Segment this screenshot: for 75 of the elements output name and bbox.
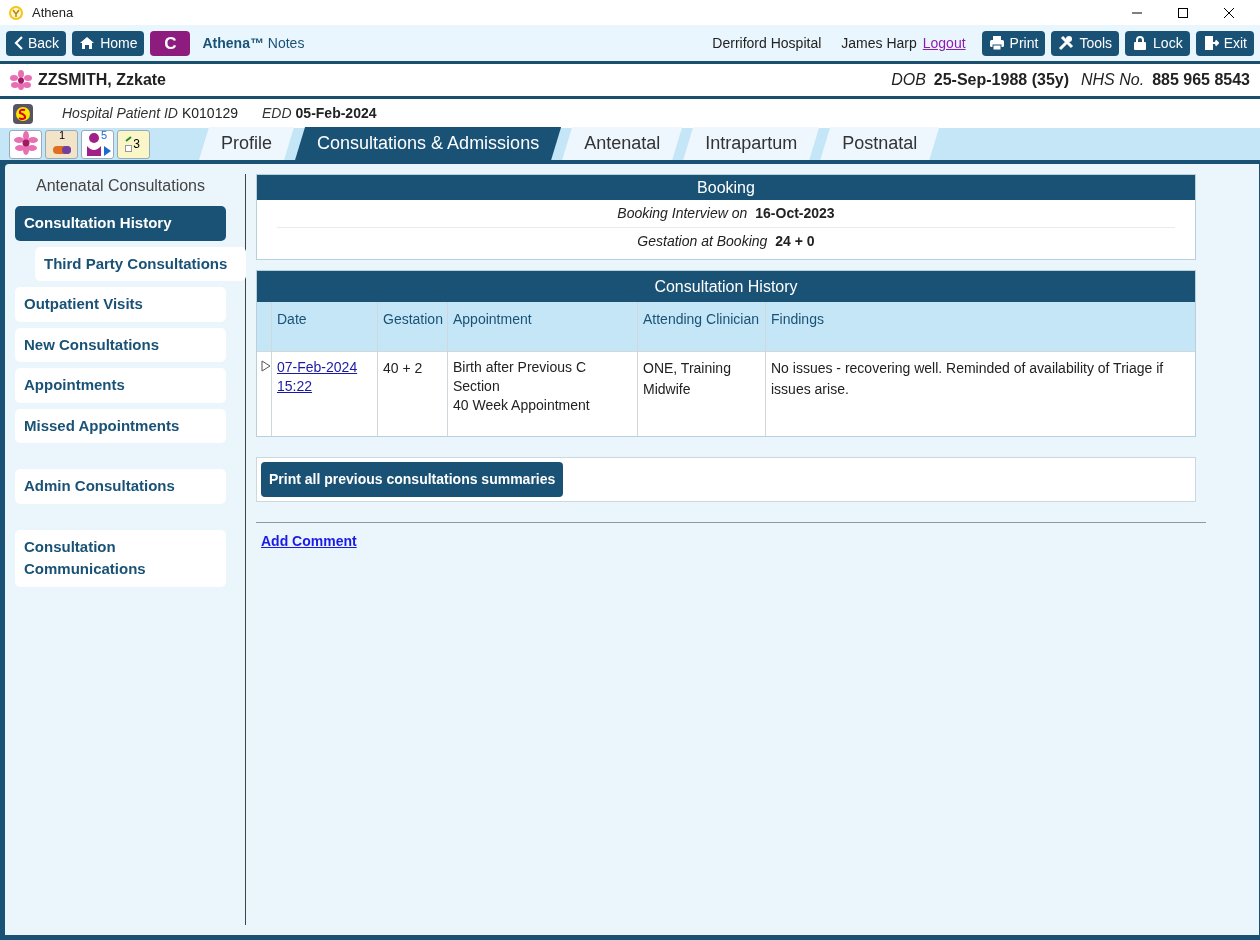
close-icon bbox=[1222, 6, 1236, 19]
column-header: Findings bbox=[771, 311, 824, 327]
column-header: Date bbox=[277, 311, 307, 327]
tools-icon bbox=[1058, 35, 1075, 51]
tab[interactable]: Profile bbox=[199, 127, 295, 160]
window-title: Athena bbox=[32, 3, 74, 22]
nhs-label: NHS No. bbox=[1081, 70, 1145, 90]
edd-label: EDD bbox=[262, 104, 292, 123]
print-summaries-button[interactable]: Print all previous consultations summaries bbox=[261, 462, 564, 497]
patient-id-value: K010129 bbox=[181, 104, 238, 123]
sidebar-item[interactable]: New Consultations bbox=[15, 327, 226, 362]
hospital-name: Derriford Hospital bbox=[712, 33, 822, 53]
field-value: 16-Oct-2023 bbox=[755, 204, 835, 223]
notepad-icon bbox=[125, 136, 132, 152]
sidebar-title: Antenatal Consultations bbox=[35, 176, 206, 196]
panel-title: Booking bbox=[257, 175, 1195, 200]
person-shortcut-button[interactable]: 5 bbox=[81, 129, 114, 159]
exit-door-icon bbox=[1202, 35, 1219, 51]
printer-icon bbox=[988, 35, 1005, 51]
table-cell: No issues - recovering well. Reminded of availability of Triage if issues arise. bbox=[771, 360, 1164, 397]
pill-icon bbox=[52, 146, 71, 154]
column-header: Appointment bbox=[453, 311, 532, 327]
notes-shortcut-button[interactable]: 3 bbox=[117, 129, 150, 159]
exit-button[interactable]: Exit bbox=[1195, 30, 1254, 56]
pill-shortcut-button[interactable]: 1 bbox=[45, 129, 78, 159]
lock-button[interactable]: Lock bbox=[1125, 30, 1190, 56]
nhs-value: 885 965 8543 bbox=[1152, 70, 1250, 90]
sidebar-item[interactable]: Consultation History bbox=[15, 206, 226, 241]
tab[interactable]: Postnatal bbox=[820, 127, 940, 160]
date-link[interactable]: 07-Feb-2024 15:22 bbox=[277, 358, 372, 396]
flower-icon bbox=[10, 70, 32, 90]
patient-id-label: Hospital Patient ID bbox=[62, 104, 178, 123]
maximize-icon bbox=[1176, 6, 1190, 19]
sidebar-item[interactable]: Admin Consultations bbox=[15, 469, 226, 504]
table-cell-text: Birth after Previous C Section bbox=[453, 358, 588, 396]
flower-icon bbox=[11, 130, 40, 158]
dob-label: DOB bbox=[891, 70, 926, 90]
table-cell: ONE, Training Midwife bbox=[643, 360, 731, 397]
user-name: James Harp bbox=[841, 33, 917, 53]
home-button[interactable]: Home bbox=[72, 30, 145, 56]
count-label: 1 bbox=[59, 129, 66, 141]
logout-link[interactable]: Logout bbox=[922, 32, 966, 54]
panel-title: Consultation History bbox=[257, 271, 1195, 302]
sidebar-item[interactable]: Third Party Consultations bbox=[35, 246, 246, 281]
tab[interactable]: Consultations & Admissions bbox=[295, 127, 562, 160]
field-value: 24 + 0 bbox=[775, 232, 815, 251]
table-cell: 40 + 2 bbox=[383, 360, 423, 376]
back-button[interactable]: Back bbox=[6, 30, 67, 56]
sidebar-item[interactable]: Outpatient Visits bbox=[15, 287, 226, 322]
hand-s-icon bbox=[13, 103, 33, 124]
c-button[interactable]: C bbox=[150, 30, 191, 56]
dob-value: 25-Sep-1988 (35y) bbox=[933, 70, 1069, 90]
expand-triangle-icon bbox=[261, 360, 271, 372]
tools-button[interactable]: Tools bbox=[1051, 30, 1120, 56]
app-logo-icon bbox=[8, 4, 24, 21]
sidebar-item[interactable]: Appointments bbox=[15, 368, 226, 403]
edd-value: 05-Feb-2024 bbox=[295, 104, 377, 123]
app-name: Athena™ Notes bbox=[202, 33, 305, 53]
count-label: 3 bbox=[133, 137, 140, 150]
tab[interactable]: Antenatal bbox=[562, 127, 683, 160]
patient-name: ZZSMITH, Zzkate bbox=[38, 70, 166, 90]
field-label: Gestation at Booking bbox=[637, 232, 768, 251]
add-comment-link[interactable]: Add Comment bbox=[261, 533, 357, 549]
home-icon bbox=[79, 35, 96, 51]
field-label: Booking Interview on bbox=[617, 204, 748, 223]
count-label: 5 bbox=[100, 129, 107, 141]
print-button[interactable]: Print bbox=[981, 30, 1046, 56]
tab[interactable]: Intrapartum bbox=[683, 127, 820, 160]
sidebar-item[interactable]: Missed Appointments bbox=[15, 408, 226, 443]
flower-shortcut-button[interactable] bbox=[9, 129, 42, 159]
table-cell-text: 40 Week Appointment bbox=[453, 396, 591, 415]
column-header: Gestation bbox=[383, 311, 443, 327]
sidebar-item[interactable]: Consultation Communications bbox=[15, 529, 226, 587]
lock-icon bbox=[1132, 35, 1149, 51]
column-header: Attending Clinician bbox=[643, 311, 759, 327]
